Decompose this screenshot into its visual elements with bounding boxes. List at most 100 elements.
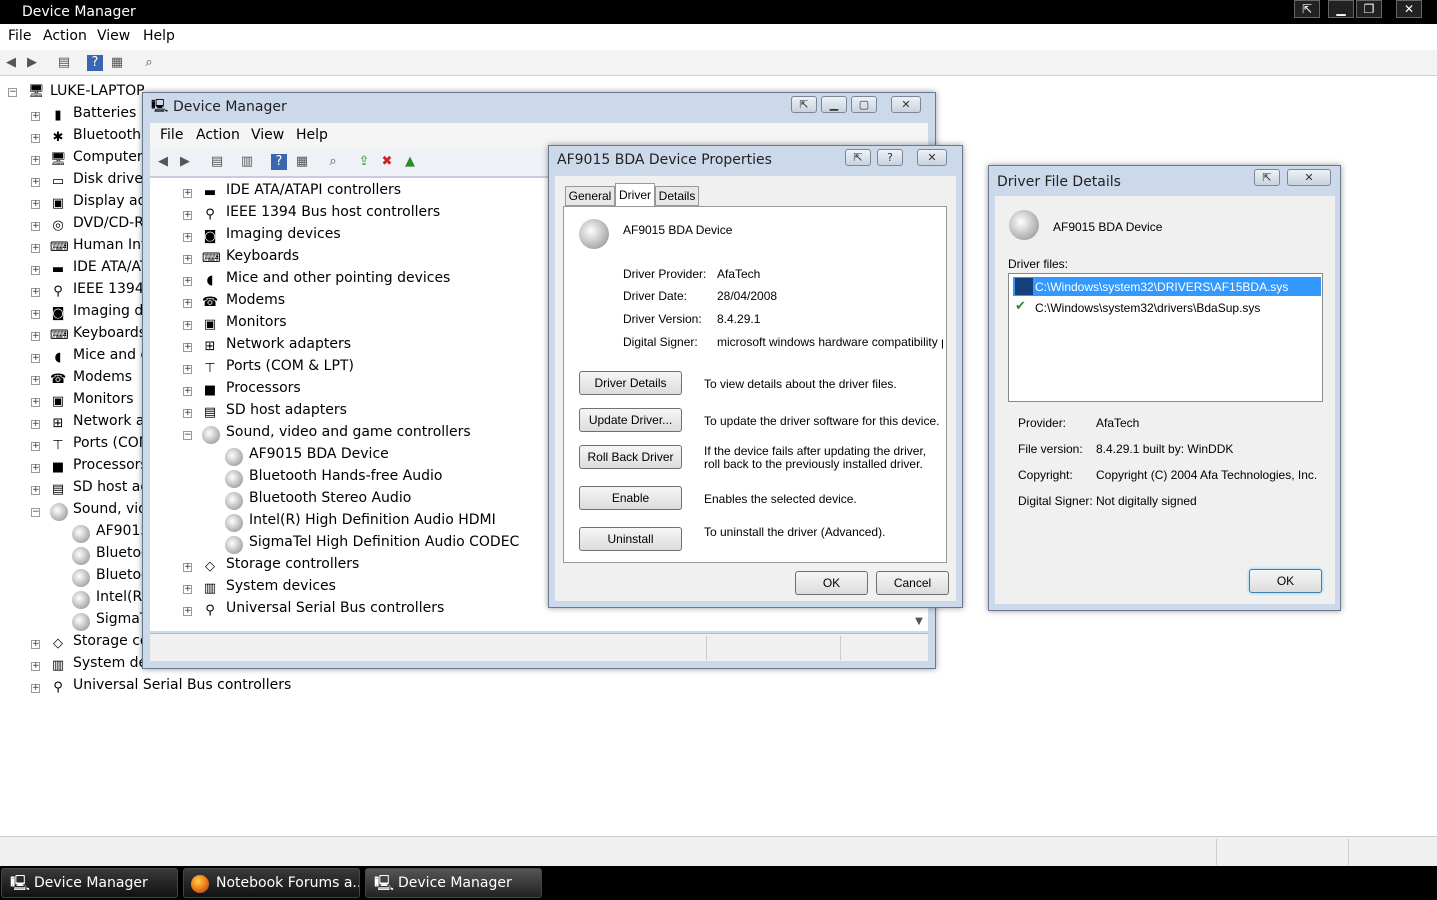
dm2-forward-icon[interactable]: ▶ [177, 154, 193, 170]
back-icon[interactable]: ◀ [3, 55, 19, 71]
tree-item[interactable]: Monitors [73, 391, 134, 413]
dm2-tree-item[interactable]: SD host adapters [226, 402, 347, 424]
dm2-tree-item[interactable]: Ports (COM & LPT) [226, 358, 354, 380]
expand-icon[interactable]: + [31, 442, 40, 451]
dm2-tree-item[interactable]: AF9015 BDA Device [249, 446, 389, 468]
tab-driver[interactable]: Driver [615, 183, 655, 207]
dm2-scan-icon[interactable]: ⌕ [325, 154, 341, 170]
dm2-minimize-button[interactable]: ▁ [821, 96, 847, 113]
props-close-button[interactable]: ✕ [917, 149, 947, 166]
details-close-button[interactable]: ✕ [1287, 169, 1331, 186]
dm2-back-icon[interactable]: ◀ [155, 154, 171, 170]
dm2-tree-item[interactable]: Bluetooth Hands-free Audio [249, 468, 442, 490]
dm2-properties-icon[interactable]: ▦ [294, 154, 310, 170]
menu-action[interactable]: Action [43, 28, 87, 44]
expand-icon[interactable]: + [31, 178, 40, 187]
dm2-tree-item[interactable]: Mice and other pointing devices [226, 270, 450, 292]
taskbar-device-manager-2[interactable]: 🖳 Device Manager [365, 868, 542, 898]
dm2-expand-icon[interactable]: + [183, 365, 192, 374]
dm2-tree-item[interactable]: System devices [226, 578, 336, 600]
dm2-expand-icon[interactable]: + [183, 343, 192, 352]
expand-icon[interactable]: + [31, 310, 40, 319]
details-ok-button[interactable]: OK [1249, 569, 1322, 593]
dm2-tree-item[interactable]: IEEE 1394 Bus host controllers [226, 204, 440, 226]
ok-button[interactable]: OK [795, 571, 868, 595]
tree-item[interactable]: Mice and o [73, 347, 149, 369]
dm2-expand-icon[interactable]: + [183, 189, 192, 198]
dm2-expand-icon[interactable]: + [183, 233, 192, 242]
expand-icon[interactable]: + [31, 354, 40, 363]
roll-back-driver-button[interactable]: Roll Back Driver [579, 445, 682, 469]
tree-item[interactable]: Processors [73, 457, 148, 479]
expand-icon[interactable]: + [31, 112, 40, 121]
dm2-tree-item[interactable]: IDE ATA/ATAPI controllers [226, 182, 401, 204]
expand-icon[interactable]: + [31, 332, 40, 341]
expand-icon[interactable]: − [31, 508, 40, 517]
dm2-expand-icon[interactable]: + [183, 563, 192, 572]
dm2-maximize-button[interactable]: ▢ [851, 96, 877, 113]
update-driver-button[interactable]: Update Driver... [579, 408, 682, 432]
menu-help[interactable]: Help [143, 28, 175, 44]
dm2-tree-item[interactable]: Imaging devices [226, 226, 341, 248]
tree-item[interactable]: Disk drives [73, 171, 150, 193]
restore-button[interactable]: ❐ [1356, 0, 1382, 18]
expand-icon[interactable]: + [31, 486, 40, 495]
expand-icon[interactable]: + [31, 684, 40, 693]
dm2-expand-icon[interactable]: + [183, 277, 192, 286]
dm2-close-button[interactable]: ✕ [891, 96, 921, 113]
expand-icon[interactable]: + [31, 398, 40, 407]
dm2-help-icon-tb[interactable]: ? [271, 154, 287, 170]
tree-item[interactable]: Batteries [73, 105, 136, 127]
properties-icon[interactable]: ▦ [109, 55, 125, 71]
dm2-list-icon[interactable]: ▥ [239, 154, 255, 170]
dm2-menu-file[interactable]: File [160, 127, 183, 143]
tab-general[interactable]: General [565, 186, 615, 206]
dm2-tree-item[interactable]: Network adapters [226, 336, 351, 358]
props-help-icon[interactable]: ? [877, 149, 903, 166]
tree-item[interactable]: DVD/CD-R [73, 215, 144, 237]
tree-item[interactable]: Intel(R) [96, 589, 148, 611]
dm2-tree-item[interactable]: Monitors [226, 314, 287, 336]
expand-icon[interactable]: + [31, 288, 40, 297]
expand-icon[interactable]: + [31, 222, 40, 231]
dm2-menu-help[interactable]: Help [296, 127, 328, 143]
help-icon[interactable]: ? [87, 55, 103, 71]
dm2-tree-item[interactable]: Intel(R) High Definition Audio HDMI [249, 512, 496, 534]
dm2-help-icon[interactable]: ⇱ [791, 96, 817, 113]
dm2-tree-icon[interactable]: ▤ [209, 154, 225, 170]
tree-item[interactable]: Computer [73, 149, 143, 171]
expand-icon[interactable]: + [31, 266, 40, 275]
taskbar-firefox[interactable]: Notebook Forums a... [183, 868, 360, 898]
tab-details[interactable]: Details [655, 186, 699, 206]
dm2-tree-item[interactable]: Processors [226, 380, 301, 402]
dm2-expand-icon[interactable]: + [183, 387, 192, 396]
expand-icon[interactable]: + [31, 156, 40, 165]
dm2-update-driver-icon[interactable]: ⇪ [356, 154, 372, 170]
tree-item[interactable]: Imaging de [73, 303, 152, 325]
forward-icon[interactable]: ▶ [24, 55, 40, 71]
tree-item[interactable]: Ports (COM [73, 435, 151, 457]
expand-icon[interactable]: + [31, 464, 40, 473]
scan-hardware-icon[interactable]: ⌕ [141, 55, 157, 71]
dm2-menu-view[interactable]: View [251, 127, 284, 143]
close-button[interactable]: ✕ [1396, 0, 1422, 18]
taskbar-device-manager-1[interactable]: 🖳 Device Manager [1, 868, 178, 898]
dm2-expand-icon[interactable]: + [183, 211, 192, 220]
tree-item[interactable]: IDE ATA/AT [73, 259, 149, 281]
driver-file-row[interactable]: ✔ C:\Windows\system32\drivers\BdaSup.sys [1013, 298, 1321, 317]
cancel-button[interactable]: Cancel [876, 571, 949, 595]
dm2-tree-item[interactable]: Sound, video and game controllers [226, 424, 471, 446]
dm2-scroll-down-icon[interactable]: ▼ [910, 612, 928, 632]
dm2-expand-icon[interactable]: + [183, 585, 192, 594]
menu-file[interactable]: File [8, 28, 31, 44]
expand-icon[interactable]: + [31, 200, 40, 209]
expand-icon[interactable]: + [31, 662, 40, 671]
expand-icon[interactable]: + [31, 640, 40, 649]
tree-item[interactable]: Storage co [73, 633, 149, 655]
dm2-expand-icon[interactable]: + [183, 255, 192, 264]
expand-icon[interactable]: + [31, 420, 40, 429]
driver-file-row-selected[interactable]: C:\Windows\system32\DRIVERS\AF15BDA.sys [1013, 277, 1321, 296]
dm2-tree-item[interactable]: Keyboards [226, 248, 299, 270]
dm2-expand-icon[interactable]: + [183, 409, 192, 418]
tree-item[interactable]: Modems [73, 369, 132, 391]
